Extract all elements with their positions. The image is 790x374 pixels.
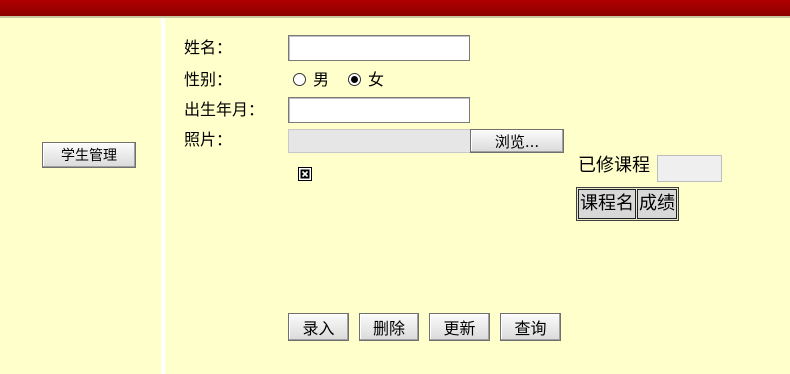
- gender-male-label: 男: [313, 70, 330, 89]
- photo-path-field[interactable]: [288, 129, 471, 153]
- photo-label: 照片：: [184, 130, 233, 149]
- course-table: 课程名 成绩: [576, 187, 679, 221]
- course-name-header: 课程名: [578, 189, 636, 219]
- browse-button[interactable]: 浏览...: [470, 129, 564, 153]
- broken-image-icon: [298, 167, 312, 181]
- delete-button[interactable]: 删除: [359, 313, 419, 341]
- student-management-button[interactable]: 学生管理: [42, 142, 136, 168]
- query-button[interactable]: 查询: [500, 313, 561, 341]
- gender-female-label: 女: [368, 70, 385, 89]
- panel-divider: [161, 18, 165, 374]
- header-bar: [0, 0, 790, 18]
- name-label: 姓名：: [184, 38, 233, 57]
- gender-male-radio[interactable]: [293, 73, 306, 86]
- completed-courses-field[interactable]: [657, 155, 722, 182]
- update-button[interactable]: 更新: [429, 313, 490, 341]
- enter-button[interactable]: 录入: [288, 313, 349, 341]
- birth-date-label: 出生年月：: [184, 100, 265, 119]
- gender-label: 性别：: [184, 70, 233, 89]
- gender-female-radio[interactable]: [348, 73, 361, 86]
- score-header: 成绩: [637, 189, 677, 219]
- birth-date-input[interactable]: [288, 97, 470, 123]
- name-input[interactable]: [288, 35, 470, 61]
- completed-courses-label: 已修课程: [578, 155, 650, 176]
